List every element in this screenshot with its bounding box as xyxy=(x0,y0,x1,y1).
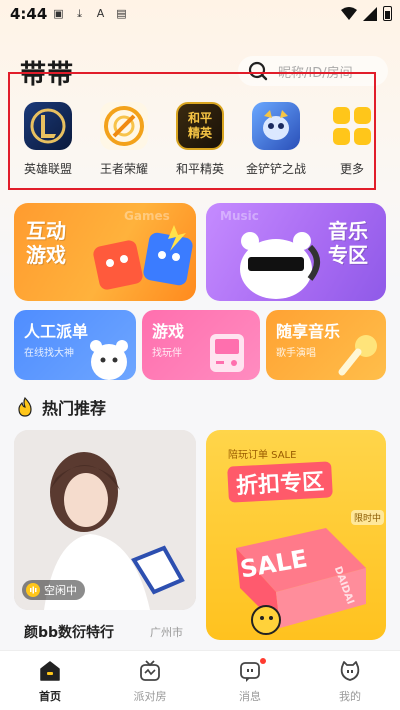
league-of-legends-icon xyxy=(24,102,72,150)
nav-messages[interactable]: 消息 xyxy=(200,651,300,710)
nav-label: 派对房 xyxy=(133,690,167,703)
game-item-more[interactable]: 更多 xyxy=(312,102,392,177)
media-icon: ▤ xyxy=(116,7,127,20)
game-label: 英雄联盟 xyxy=(23,162,72,176)
banner-title: 专区 xyxy=(328,243,368,267)
game-label: 和平精英 xyxy=(175,162,224,176)
game-console-icon xyxy=(210,334,244,372)
section-title: 热门推荐 xyxy=(42,399,107,418)
games-card[interactable]: 游戏 找玩伴 xyxy=(142,310,260,380)
room-name: 颜bb数衍特行 xyxy=(24,625,115,641)
promo-title: 折扣专区 xyxy=(227,461,333,503)
app-a-icon: A xyxy=(96,7,105,20)
hot-recommend-header: 热门推荐 xyxy=(16,395,106,419)
game-label: 王者荣耀 xyxy=(99,162,148,176)
card-title: 游戏 xyxy=(152,322,185,341)
card-title: 随享音乐 xyxy=(276,322,341,341)
status-time: 4:44 xyxy=(10,5,48,23)
banner-title: 互动 xyxy=(26,219,66,243)
home-icon xyxy=(40,661,60,681)
room-city: 广州市 xyxy=(150,626,183,639)
nav-party-room[interactable]: 派对房 xyxy=(100,651,200,710)
status-bar: 4:44 ▣ ⤓ A ▤ xyxy=(0,0,400,28)
microphone-icon xyxy=(338,335,377,376)
card-subtitle: 找玩伴 xyxy=(152,348,182,359)
battery-icon xyxy=(383,6,392,21)
notification-icon: ▣ xyxy=(53,7,64,20)
sound-wave-icon xyxy=(26,583,40,597)
game-item-peace-elite[interactable]: 和平 精英 和平精英 xyxy=(160,102,240,177)
room-card[interactable]: 空闲中 xyxy=(14,430,196,610)
card-subtitle: 歌手演唱 xyxy=(276,348,316,359)
nav-home[interactable]: 首页 xyxy=(0,651,100,710)
music-mascot-illustration xyxy=(240,232,320,299)
banner-title: 音乐 xyxy=(328,219,368,243)
game-item-honor-of-kings[interactable]: 王者荣耀 xyxy=(84,102,164,177)
nav-profile[interactable]: 我的 xyxy=(300,651,400,710)
honor-of-kings-icon xyxy=(100,102,148,150)
promo-tag: 陪玩订单 SALE xyxy=(228,450,297,461)
signal-icon xyxy=(363,6,377,21)
card-subtitle: 在线找大神 xyxy=(24,348,74,359)
golden-spatula-icon xyxy=(252,102,300,150)
interactive-games-banner[interactable]: Games 互动 游戏 xyxy=(14,203,196,301)
discount-zone-card[interactable]: 陪玩订单 SALE 折扣专区 SALE DAIDAI 限时中 xyxy=(206,430,386,640)
bottom-nav: 首页 派对房 消息 我的 xyxy=(0,650,400,710)
game-item-lol[interactable]: 英雄联盟 xyxy=(8,102,88,177)
game-category-row: 英雄联盟 王者荣耀 和平 精英 和平精英 金铲铲之战 更多 xyxy=(8,72,376,190)
game-label: 更多 xyxy=(339,162,364,176)
nav-label: 首页 xyxy=(39,690,61,703)
wifi-icon xyxy=(341,6,357,20)
flame-icon xyxy=(18,397,32,417)
unread-dot xyxy=(260,658,266,664)
card-title: 人工派单 xyxy=(24,322,89,341)
dice-mascots-illustration xyxy=(93,225,193,290)
music-zone-banner[interactable]: Music 音乐 专区 xyxy=(206,203,386,301)
room-status-chip: 空闲中 xyxy=(22,580,85,600)
more-grid-icon xyxy=(328,102,376,150)
download-icon: ⤓ xyxy=(77,7,82,20)
game-label: 金铲铲之战 xyxy=(245,162,306,176)
peace-elite-icon: 和平 精英 xyxy=(176,102,224,150)
nav-label: 消息 xyxy=(239,690,261,703)
music-card[interactable]: 随享音乐 歌手演唱 xyxy=(266,310,386,380)
banner-title: 游戏 xyxy=(26,243,66,267)
party-tv-icon xyxy=(140,660,160,681)
message-icon xyxy=(240,662,260,682)
bear-mascot-icon xyxy=(90,340,128,380)
promo-badge: 限时中 xyxy=(350,510,384,525)
game-item-golden-spatula[interactable]: 金铲铲之战 xyxy=(236,102,316,177)
manual-dispatch-card[interactable]: 人工派单 在线找大神 xyxy=(14,310,136,380)
nav-label: 我的 xyxy=(339,690,361,703)
profile-face-icon xyxy=(340,661,360,681)
